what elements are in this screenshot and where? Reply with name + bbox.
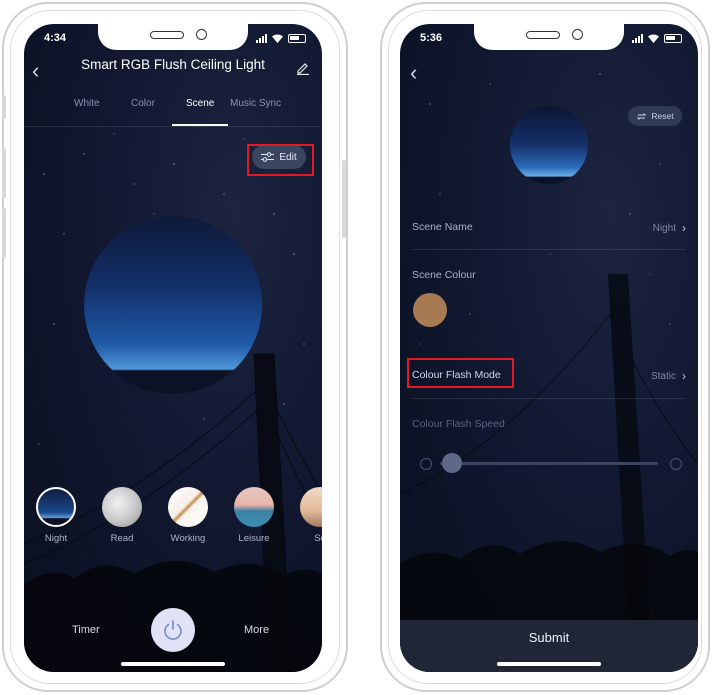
bottom-bar: Timer More: [24, 592, 322, 672]
scene-preview-circle: [510, 106, 588, 184]
scene-label: Night: [44, 533, 68, 544]
scene-item-read[interactable]: Read: [100, 487, 144, 544]
back-icon[interactable]: ‹: [410, 62, 417, 84]
scene-label: Working: [170, 533, 206, 544]
volume-up-button: [2, 95, 6, 119]
battery-icon: [664, 33, 682, 43]
signal-icon: [256, 33, 267, 43]
reset-label: Reset: [651, 111, 674, 121]
left-screen: 4:34 ‹ Smart RGB Flush Ceiling Light Whi…: [24, 24, 322, 672]
status-time: 4:34: [44, 32, 67, 44]
partial-thumbnail: [300, 487, 322, 527]
volume-down-button-2: [2, 208, 6, 258]
right-screen: 5:36 ‹ Reset Scene Name Night › Scene Co…: [400, 24, 698, 672]
night-thumbnail: [36, 487, 76, 527]
reset-icon: [637, 112, 647, 120]
scene-label: Read: [110, 533, 134, 544]
submit-button[interactable]: Submit: [400, 630, 698, 645]
home-indicator: [121, 662, 225, 666]
timer-button[interactable]: Timer: [72, 624, 100, 636]
tab-bar: White Color Scene Music Sync: [24, 98, 322, 120]
power-button[interactable]: [151, 608, 195, 652]
status-bar: 4:34: [24, 32, 322, 50]
scene-label: Leisure: [238, 533, 270, 544]
wifi-icon: [648, 34, 659, 43]
working-thumbnail: [168, 487, 208, 527]
chevron-right-icon: ›: [682, 221, 686, 235]
flash-mode-highlight-box: [407, 358, 514, 388]
tab-divider: [24, 126, 322, 127]
scene-label: Se: [314, 533, 322, 544]
status-bar: 5:36: [400, 32, 698, 50]
tab-white[interactable]: White: [74, 98, 100, 109]
colour-flash-speed-label: Colour Flash Speed: [412, 418, 505, 430]
scene-colour-swatch[interactable]: [413, 293, 447, 327]
signal-icon: [632, 33, 643, 43]
read-thumbnail: [102, 487, 142, 527]
speed-slider-track[interactable]: [440, 462, 658, 465]
colour-flash-mode-value[interactable]: Static ›: [651, 369, 686, 383]
tab-music-sync[interactable]: Music Sync: [230, 98, 281, 109]
more-button[interactable]: More: [244, 624, 269, 636]
scene-preview-circle: [84, 216, 262, 394]
battery-icon: [288, 33, 306, 43]
scene-item-working[interactable]: Working: [166, 487, 210, 544]
scene-item-leisure[interactable]: Leisure: [232, 487, 276, 544]
scene-name-value[interactable]: Night ›: [653, 221, 686, 235]
leisure-thumbnail: [234, 487, 274, 527]
row-divider: [412, 398, 686, 399]
row-divider: [412, 249, 686, 250]
volume-down-button: [2, 148, 6, 198]
scene-item-partial[interactable]: Se: [298, 487, 322, 544]
scene-item-night[interactable]: Night: [34, 487, 78, 544]
fast-speed-icon: [670, 458, 682, 470]
speed-slider-knob[interactable]: [442, 453, 462, 473]
wifi-icon: [272, 34, 283, 43]
home-indicator: [497, 662, 601, 666]
chevron-right-icon: ›: [682, 369, 686, 383]
power-side-button: [342, 160, 346, 238]
tab-color[interactable]: Color: [131, 98, 155, 109]
page-title: Smart RGB Flush Ceiling Light: [81, 57, 265, 72]
slow-speed-icon: [420, 458, 432, 470]
scene-name-label: Scene Name: [412, 221, 473, 233]
tab-scene[interactable]: Scene: [186, 98, 214, 109]
pencil-icon[interactable]: [296, 61, 310, 75]
reset-button[interactable]: Reset: [628, 106, 682, 126]
scene-colour-label: Scene Colour: [412, 269, 476, 281]
edit-highlight-box: [247, 144, 314, 176]
power-icon: [164, 620, 182, 640]
status-time: 5:36: [420, 32, 443, 44]
